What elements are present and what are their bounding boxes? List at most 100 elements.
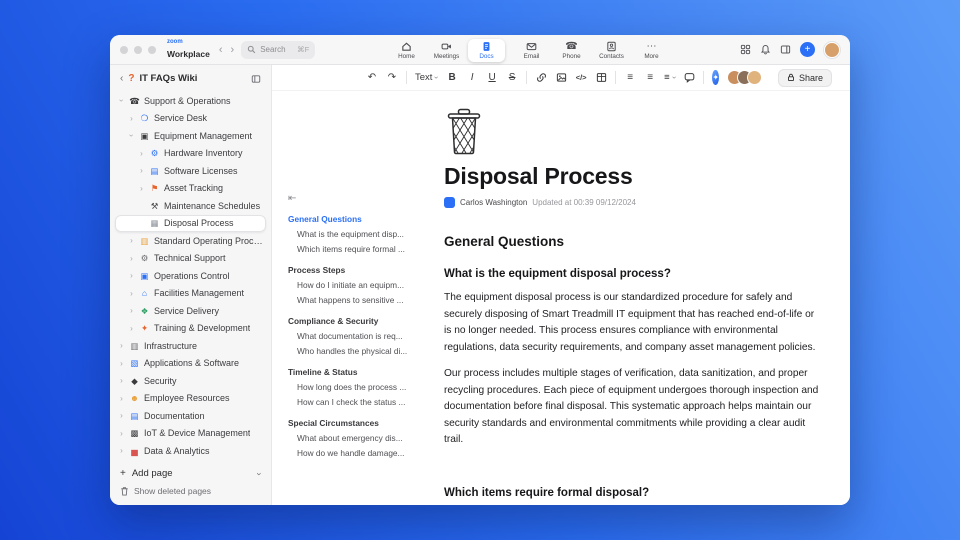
toc-section[interactable]: Timeline & Status	[288, 365, 424, 379]
paragraph[interactable]: Our process includes multiple stages of …	[444, 366, 822, 449]
add-page-button[interactable]: + Add page ›	[120, 468, 265, 479]
chevron-right-icon[interactable]: ›	[128, 306, 135, 315]
section-heading[interactable]: General Questions	[444, 234, 822, 249]
toc-item[interactable]: How do we handle damage...	[288, 445, 424, 460]
tab-email[interactable]: Email	[513, 39, 550, 62]
toc-item[interactable]: How do I initiate an equipm...	[288, 277, 424, 292]
window-close-button[interactable]	[120, 45, 128, 54]
sidebar-item-infrastructure[interactable]: › ▥ Infrastructure	[110, 337, 271, 355]
bulleted-list-icon[interactable]: ≡	[624, 70, 636, 86]
strikethrough-button[interactable]: S	[506, 70, 518, 86]
search-input[interactable]: Search ⌘F	[241, 40, 316, 59]
numbered-list-icon[interactable]: ≡	[644, 70, 656, 86]
sidebar-item-applications-software[interactable]: › ▧ Applications & Software	[110, 355, 271, 373]
toc-section[interactable]: General Questions	[288, 212, 424, 226]
chevron-down-icon[interactable]: ›	[117, 97, 126, 104]
sidebar-item-hardware-inventory[interactable]: › ⚙ Hardware Inventory	[110, 145, 271, 163]
sidebar-item-technical-support[interactable]: › ⚙ Technical Support	[110, 250, 271, 268]
sidebar-item-documentation[interactable]: › ▤ Documentation	[110, 407, 271, 425]
question-heading[interactable]: Which items require formal disposal?	[444, 487, 822, 499]
image-icon[interactable]	[555, 70, 567, 86]
toc-item[interactable]: Which items require formal ...	[288, 241, 424, 256]
back-icon[interactable]: ‹	[120, 73, 123, 84]
chevron-right-icon[interactable]: ›	[118, 429, 125, 438]
comment-icon[interactable]	[683, 70, 695, 86]
chevron-right-icon[interactable]: ›	[128, 289, 135, 298]
toc-item[interactable]: Who handles the physical di...	[288, 343, 424, 358]
sidebar-item-support-operations[interactable]: › ☎ Support & Operations	[110, 92, 271, 110]
sidebar-item-security[interactable]: › ◆ Security	[110, 372, 271, 390]
sidebar-item-asset-tracking[interactable]: › ⚑ Asset Tracking	[110, 180, 271, 198]
alignment-dropdown[interactable]: ≡ ›	[664, 72, 678, 83]
redo-icon[interactable]: ↷	[386, 70, 398, 86]
chevron-right-icon[interactable]: ›	[118, 446, 125, 455]
chevron-right-icon[interactable]: ›	[138, 166, 145, 175]
sidebar-item-equipment-management[interactable]: › ▣ Equipment Management	[110, 127, 271, 145]
italic-button[interactable]: I	[466, 70, 478, 86]
tab-contacts[interactable]: Contacts	[593, 39, 630, 62]
sidebar-item-facilities-management[interactable]: › ⌂ Facilities Management	[110, 285, 271, 303]
chevron-right-icon[interactable]: ›	[138, 184, 145, 193]
chevron-right-icon[interactable]: ›	[118, 376, 125, 385]
sidebar-item-training-development[interactable]: › ✦ Training & Development	[110, 320, 271, 338]
sidebar-item-service-desk[interactable]: › ❍ Service Desk	[110, 110, 271, 128]
undo-icon[interactable]: ↶	[366, 70, 378, 86]
ai-companion-button[interactable]: ✦	[712, 70, 720, 85]
invite-button[interactable]: +	[800, 42, 815, 57]
toc-item[interactable]: What about emergency dis...	[288, 430, 424, 445]
chevron-right-icon[interactable]: ›	[118, 411, 125, 420]
chevron-right-icon[interactable]: ›	[128, 254, 135, 263]
window-minimize-button[interactable]	[134, 45, 142, 54]
text-style-dropdown[interactable]: Text ›	[415, 72, 441, 83]
tab-more[interactable]: ⋯ More	[633, 39, 670, 62]
chevron-right-icon[interactable]: ›	[138, 149, 145, 158]
page-title[interactable]: Disposal Process	[444, 163, 822, 190]
table-icon[interactable]	[595, 70, 607, 86]
chevron-right-icon[interactable]: ›	[118, 341, 125, 350]
window-zoom-button[interactable]	[148, 45, 156, 54]
chevron-right-icon[interactable]: ›	[128, 114, 135, 123]
chevron-down-icon[interactable]: ›	[127, 132, 136, 139]
nav-forward-icon[interactable]: ›	[230, 44, 236, 56]
toc-item[interactable]: What happens to sensitive ...	[288, 292, 424, 307]
toc-item[interactable]: How can I check the status ...	[288, 394, 424, 409]
toc-item[interactable]: What documentation is req...	[288, 328, 424, 343]
collaborator-avatar[interactable]	[747, 70, 763, 85]
profile-avatar[interactable]	[824, 41, 840, 58]
chevron-down-icon[interactable]: ›	[255, 472, 265, 475]
notifications-bell-icon[interactable]	[760, 44, 771, 55]
underline-button[interactable]: U	[486, 70, 498, 86]
chevron-right-icon[interactable]: ›	[128, 324, 135, 333]
tab-phone[interactable]: ☎ Phone	[553, 39, 590, 62]
chevron-right-icon[interactable]: ›	[128, 236, 135, 245]
sidebar-item-standard-operating-procedures[interactable]: ›▥Standard Operating Procedures	[110, 232, 271, 250]
bold-button[interactable]: B	[446, 70, 458, 86]
nav-back-icon[interactable]: ‹	[218, 44, 224, 56]
paragraph[interactable]: The equipment disposal process is our st…	[444, 290, 822, 356]
collapse-toc-icon[interactable]: ⇤	[288, 193, 424, 204]
sidebar-item-disposal-process[interactable]: ▦ Disposal Process	[115, 214, 266, 232]
sidebar-item-maintenance-schedules[interactable]: ⚒ Maintenance Schedules	[110, 197, 271, 215]
tab-meetings[interactable]: Meetings	[428, 39, 465, 62]
sidebar-item-data-analytics[interactable]: › ▅ Data & Analytics	[110, 442, 271, 460]
link-icon[interactable]	[535, 70, 547, 86]
chevron-right-icon[interactable]: ›	[118, 394, 125, 403]
sidebar-item-operations-control[interactable]: › ▣ Operations Control	[110, 267, 271, 285]
toc-section[interactable]: Process Steps	[288, 263, 424, 277]
sidebar-item-iot-device-management[interactable]: › ▩ IoT & Device Management	[110, 425, 271, 443]
collapse-sidebar-icon[interactable]	[251, 74, 261, 84]
sidebar-item-software-licenses[interactable]: › ▤ Software Licenses	[110, 162, 271, 180]
doc-content[interactable]: Disposal Process Carlos Washington Updat…	[430, 91, 850, 505]
toc-section[interactable]: Special Circumstances	[288, 416, 424, 430]
chevron-right-icon[interactable]: ›	[128, 271, 135, 280]
chevron-right-icon[interactable]: ›	[118, 359, 125, 368]
sidebar-item-employee-resources[interactable]: › ☻ Employee Resources	[110, 390, 271, 408]
apps-grid-icon[interactable]	[740, 44, 751, 55]
share-button[interactable]: Share	[778, 68, 833, 87]
question-heading[interactable]: What is the equipment disposal process?	[444, 268, 822, 280]
show-deleted-pages-button[interactable]: Show deleted pages	[120, 486, 261, 496]
sidebar-item-service-delivery[interactable]: › ❖ Service Delivery	[110, 302, 271, 320]
toc-section[interactable]: Compliance & Security	[288, 314, 424, 328]
toc-item[interactable]: What is the equipment disp...	[288, 226, 424, 241]
panel-toggle-icon[interactable]	[780, 44, 791, 55]
